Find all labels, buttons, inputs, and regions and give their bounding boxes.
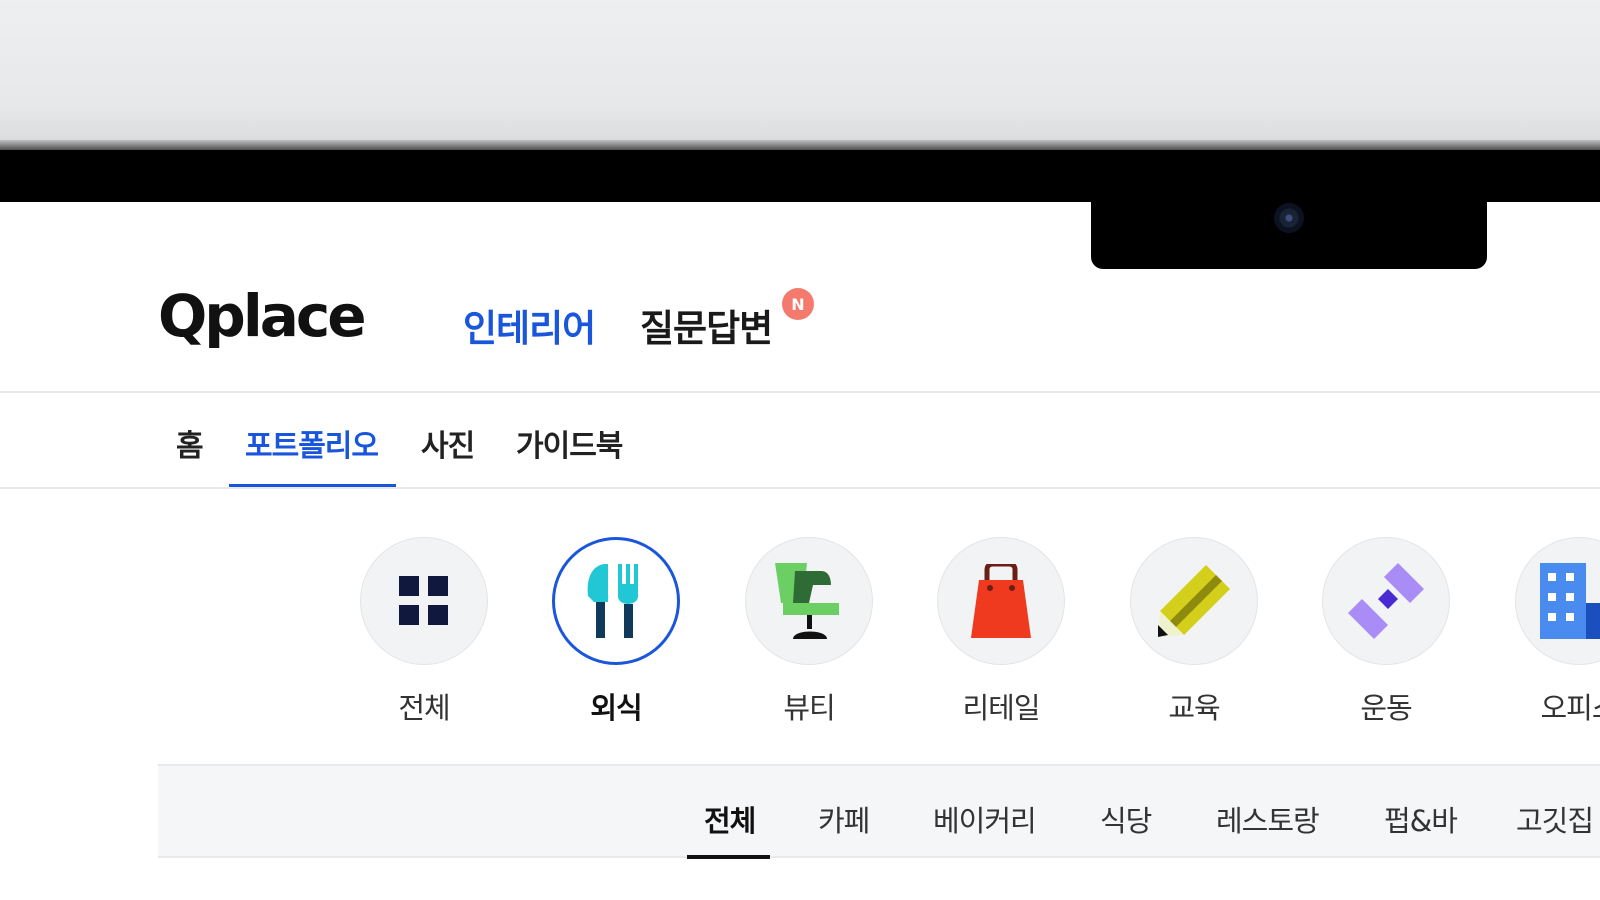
category-retail[interactable]: 리테일: [937, 537, 1065, 725]
category-office[interactable]: 오피스: [1515, 537, 1600, 725]
salon-chair-icon: [775, 563, 839, 639]
filter-cafe[interactable]: 카페: [818, 798, 870, 840]
tab-portfolio[interactable]: 포트폴리오: [245, 421, 379, 465]
category-circle: [1130, 537, 1258, 665]
category-circle: [937, 537, 1065, 665]
laptop-lid: [0, 0, 1600, 150]
filter-all[interactable]: 전체: [704, 798, 756, 840]
filter-restaurant[interactable]: 레스토랑: [1216, 798, 1320, 840]
fork-knife-icon: [587, 564, 638, 638]
filter-pub-bar[interactable]: 펍&바: [1384, 798, 1458, 840]
qplace-logo[interactable]: Qplace: [158, 282, 367, 350]
category-circle: [745, 537, 873, 665]
category-circle: [1515, 537, 1600, 665]
grid-icon: [399, 576, 448, 625]
category-fitness[interactable]: 운동: [1322, 537, 1450, 725]
category-label: 리테일: [962, 691, 1040, 725]
tab-home[interactable]: 홈: [176, 421, 204, 465]
tabs-divider: [0, 487, 1600, 489]
shopping-bag-icon: [971, 564, 1031, 638]
filter-bbq[interactable]: 고깃집: [1516, 798, 1594, 840]
dumbbell-icon: [1348, 563, 1424, 639]
filter-bakery[interactable]: 베이커리: [933, 798, 1037, 840]
pencil-icon: [1158, 565, 1230, 637]
category-label: 오피스: [1540, 691, 1600, 725]
active-filter-indicator: [687, 855, 770, 859]
category-beauty[interactable]: 뷰티: [745, 537, 873, 725]
category-label: 뷰티: [783, 691, 835, 725]
tab-guidebook[interactable]: 가이드북: [516, 421, 623, 465]
category-all[interactable]: 전체: [360, 537, 488, 725]
category-circle: [552, 537, 680, 665]
office-building-icon: [1540, 563, 1600, 639]
tab-photos[interactable]: 사진: [421, 421, 475, 465]
camera-icon: [1274, 203, 1304, 233]
category-label: 전체: [398, 691, 450, 725]
category-label: 교육: [1168, 691, 1220, 725]
category-label: 운동: [1360, 691, 1412, 725]
category-education[interactable]: 교육: [1130, 537, 1258, 725]
header-divider: [0, 391, 1600, 393]
new-badge: N: [782, 288, 814, 320]
nav-qna[interactable]: 질문답변: [640, 298, 773, 352]
category-food[interactable]: 외식: [552, 537, 680, 725]
category-label: 외식: [590, 691, 642, 725]
filter-eatery[interactable]: 식당: [1100, 798, 1152, 840]
category-circle: [1322, 537, 1450, 665]
category-circle: [360, 537, 488, 665]
nav-interior[interactable]: 인테리어: [463, 298, 596, 352]
